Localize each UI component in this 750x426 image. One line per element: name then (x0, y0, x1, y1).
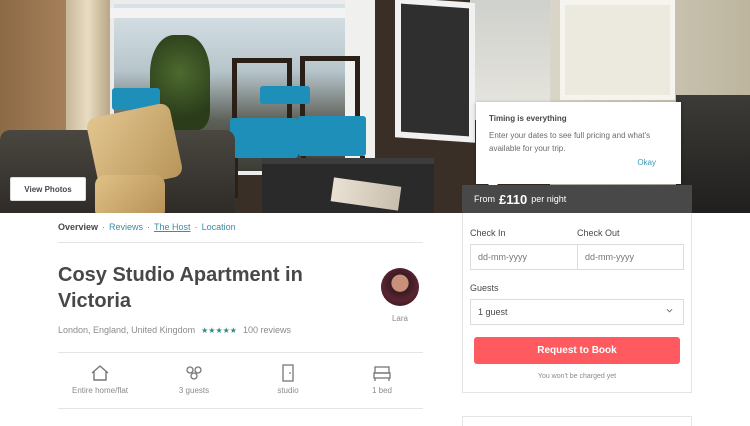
price-amount: £110 (499, 191, 528, 207)
guests-select[interactable]: 1 guest (470, 299, 684, 325)
listing-subnav: Overview · Reviews · The Host · Location (58, 222, 236, 232)
guests-value: 1 guest (478, 307, 508, 317)
amenity-guests: 3 guests (154, 364, 234, 395)
rating-stars: ★★★★★ (201, 325, 237, 335)
price-bar: From £110 per night (462, 185, 692, 213)
nav-reviews[interactable]: Reviews (109, 222, 143, 232)
check-out-input[interactable]: dd-mm-yyyy (577, 244, 684, 270)
photo-door (395, 0, 475, 143)
check-out-placeholder: dd-mm-yyyy (585, 252, 634, 262)
nav-separator: · (194, 222, 198, 232)
guests-label: Guests (470, 283, 499, 293)
tooltip-body: Enter your dates to see full pricing and… (489, 131, 651, 153)
dates-tooltip: Timing is everything Enter your dates to… (476, 102, 681, 184)
check-in-label: Check In (470, 228, 506, 238)
tooltip-okay-button[interactable]: Okay (637, 158, 656, 167)
amenity-label: 1 bed (371, 386, 393, 395)
tooltip-title: Timing is everything (489, 114, 567, 123)
listing-title: Cosy Studio Apartment in Victoria (58, 264, 303, 312)
nav-separator: · (147, 222, 151, 232)
amenity-label: Entire home/flat (71, 386, 129, 395)
amenity-entire-home: Entire home/flat (60, 364, 140, 395)
check-in-input[interactable]: dd-mm-yyyy (470, 244, 578, 270)
nav-separator: · (102, 222, 106, 232)
request-to-book-button[interactable]: Request to Book (474, 337, 680, 364)
no-charge-note: You won't be charged yet (537, 373, 617, 380)
amenity-studio: studio (248, 364, 328, 395)
amenity-bed: 1 bed (342, 364, 422, 395)
nav-overview[interactable]: Overview (58, 222, 98, 232)
listing-location-row: London, England, United Kingdom ★★★★★ 10… (58, 325, 291, 335)
door-icon (282, 364, 294, 382)
amenity-label: studio (277, 386, 299, 395)
check-out-label: Check Out (577, 228, 620, 238)
bed-icon (373, 366, 391, 381)
divider (58, 352, 423, 353)
view-photos-button[interactable]: View Photos (10, 177, 86, 201)
guests-icon (186, 366, 202, 380)
secondary-panel (462, 416, 692, 426)
photo-cushion (95, 175, 165, 213)
price-prefix: From (474, 194, 495, 204)
nav-location[interactable]: Location (202, 222, 236, 232)
listing-location: London, England, United Kingdom (58, 325, 196, 335)
photo-chair (230, 118, 298, 158)
host-name: Lara (391, 314, 408, 323)
photo-chair (298, 116, 366, 156)
nav-the-host[interactable]: The Host (154, 222, 191, 232)
price-suffix: per night (531, 194, 567, 204)
photo-window-ledge (105, 8, 370, 18)
photo-chair-far (260, 86, 310, 104)
house-icon (91, 365, 109, 381)
reviews-count[interactable]: 100 reviews (243, 325, 291, 335)
host-avatar[interactable] (381, 268, 419, 306)
divider (58, 408, 423, 409)
chevron-down-icon (666, 308, 673, 313)
photo-right-door (560, 0, 675, 100)
amenity-label: 3 guests (178, 386, 210, 395)
check-in-placeholder: dd-mm-yyyy (478, 252, 527, 262)
divider (58, 242, 423, 243)
